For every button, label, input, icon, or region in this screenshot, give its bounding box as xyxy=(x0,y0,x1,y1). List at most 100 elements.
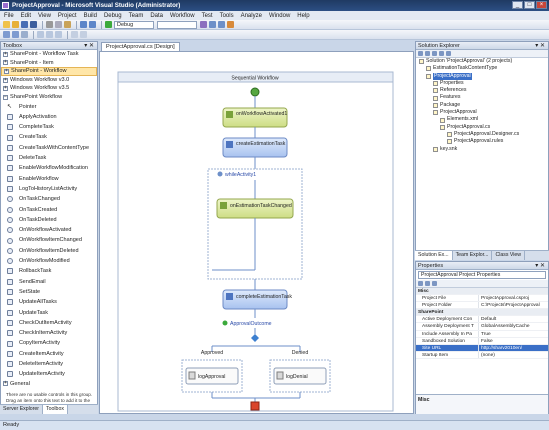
property-category[interactable]: SharePoint xyxy=(416,309,548,317)
expand-icon[interactable]: + xyxy=(4,68,9,74)
menu-team[interactable]: Team xyxy=(129,13,144,19)
menu-debug[interactable]: Debug xyxy=(104,13,122,19)
menu-help[interactable]: Help xyxy=(297,13,309,19)
tree-node[interactable]: Properties xyxy=(416,80,548,87)
menu-edit[interactable]: Edit xyxy=(21,13,31,19)
expand-icon[interactable]: + xyxy=(3,86,8,92)
toolbox-item[interactable]: ApplyActivation xyxy=(1,112,97,122)
close-button[interactable]: × xyxy=(536,1,547,9)
toolbox-item[interactable]: UpdateAllTasks xyxy=(1,297,97,307)
tree-node[interactable]: ProjectApproval.rules xyxy=(416,138,548,145)
toolbox-item[interactable]: ↖ Pointer xyxy=(1,102,97,112)
expand-icon[interactable]: + xyxy=(3,381,8,387)
property-category[interactable]: Misc xyxy=(416,288,548,296)
open-file-icon[interactable] xyxy=(12,21,19,28)
tab-class-view[interactable]: Class View xyxy=(492,251,526,260)
toolbox-item[interactable]: CreateTaskWithContentType xyxy=(1,143,97,153)
toolbox-group[interactable]: + SharePoint - Item xyxy=(1,59,97,68)
solution-explorer-icon[interactable] xyxy=(209,21,216,28)
toolbox-item[interactable]: RollbackTask xyxy=(1,266,97,276)
save-icon[interactable] xyxy=(21,21,28,28)
expand-icon[interactable]: + xyxy=(3,77,8,83)
toolbox-item[interactable]: CheckInItemActivity xyxy=(1,328,97,338)
undo-icon[interactable] xyxy=(80,21,87,28)
copy-icon[interactable] xyxy=(55,21,62,28)
menu-tools[interactable]: Tools xyxy=(220,13,234,19)
minimize-button[interactable]: _ xyxy=(512,1,523,9)
platform-select[interactable] xyxy=(157,20,197,29)
tab-toolbox[interactable]: Toolbox xyxy=(43,405,68,414)
toolbox-item[interactable]: DeleteItemActivity xyxy=(1,359,97,369)
tree-node[interactable]: ProjectApproval xyxy=(416,72,548,80)
property-row[interactable]: Active Deployment Con Default xyxy=(416,316,548,324)
menu-build[interactable]: Build xyxy=(84,13,97,19)
configuration-select[interactable]: Debug xyxy=(114,20,154,29)
toolbox-item[interactable]: UpdateItemActivity xyxy=(1,369,97,379)
toolbox-group[interactable]: + Windows Workflow v3.5 xyxy=(1,84,97,93)
toolbox-item[interactable]: DeleteTask xyxy=(1,153,97,163)
toolbox-item[interactable]: OnTaskChanged xyxy=(1,194,97,204)
maximize-button[interactable]: □ xyxy=(524,1,535,9)
toolbox-group[interactable]: + SharePoint - Workflow xyxy=(1,67,97,76)
paste-icon[interactable] xyxy=(64,21,71,28)
menu-window[interactable]: Window xyxy=(269,13,290,19)
zoom-out-icon[interactable] xyxy=(12,31,19,38)
property-row[interactable]: Project File ProjectApproval.csproj xyxy=(416,295,548,303)
expand-icon[interactable]: + xyxy=(3,60,8,66)
property-row[interactable]: Project Folder C:\Projects\ProjectApprova… xyxy=(416,302,548,310)
show-all-files-icon[interactable] xyxy=(425,51,430,56)
toolbox-group[interactable]: − SharePoint Workflow xyxy=(1,93,97,102)
menu-analyze[interactable]: Analyze xyxy=(241,13,262,19)
tree-node[interactable]: key.snk xyxy=(416,146,548,153)
property-row[interactable]: Site URL http://sharv2010en/ xyxy=(416,344,548,352)
save-all-icon[interactable] xyxy=(30,21,37,28)
tab-team-explorer[interactable]: Team Explor... xyxy=(453,251,493,260)
find-icon[interactable] xyxy=(200,21,207,28)
pin-icon[interactable]: ▾ ✕ xyxy=(535,42,545,50)
view-designer-icon[interactable] xyxy=(446,51,451,56)
tree-node[interactable]: EstimationTaskContentType xyxy=(416,65,548,72)
toolbox-item[interactable]: UpdateTask xyxy=(1,308,97,318)
toolbox-item[interactable]: CompleteTask xyxy=(1,122,97,132)
tab-server-explorer[interactable]: Server Explorer xyxy=(0,405,44,414)
tree-node[interactable]: Package xyxy=(416,102,548,109)
pin-icon[interactable]: ▾ ✕ xyxy=(84,42,94,50)
property-row[interactable]: Assembly Deployment T GlobalAssemblyCache xyxy=(416,323,548,331)
tree-node[interactable]: ProjectApproval xyxy=(416,109,548,116)
refresh-icon[interactable] xyxy=(432,51,437,56)
tab-project-approval-design[interactable]: ProjectApproval.cs [Design] xyxy=(101,42,180,51)
toolbox-item[interactable]: OnWorkflowActivated xyxy=(1,225,97,235)
redo-icon[interactable] xyxy=(89,21,96,28)
expand-icon[interactable]: − xyxy=(3,94,8,100)
toolbox-group[interactable]: + SharePoint - Workflow Task xyxy=(1,50,97,59)
pan-icon[interactable] xyxy=(21,31,28,38)
tree-node[interactable]: ProjectApproval.Designer.cs xyxy=(416,131,548,138)
property-row[interactable]: Sandboxed Solution False xyxy=(416,337,548,345)
tree-node[interactable]: Solution 'ProjectApproval' (2 projects) xyxy=(416,58,548,65)
toolbox-item[interactable]: LogToHistoryListActivity xyxy=(1,184,97,194)
toolbox-item[interactable]: CreateTask xyxy=(1,132,97,142)
cut-icon[interactable] xyxy=(46,21,53,28)
toolbox-item[interactable]: SetState xyxy=(1,287,97,297)
toolbox-item[interactable]: SendEmail xyxy=(1,277,97,287)
expand-icon[interactable]: + xyxy=(3,51,8,57)
alphabetical-icon[interactable] xyxy=(425,281,430,286)
menu-test[interactable]: Test xyxy=(202,13,213,19)
align-center-icon[interactable] xyxy=(46,31,53,38)
tree-node[interactable]: ProjectApproval.cs xyxy=(416,124,548,131)
properties-icon[interactable] xyxy=(418,51,423,56)
menu-view[interactable]: View xyxy=(38,13,51,19)
start-debugging-icon[interactable] xyxy=(105,21,112,28)
categorized-icon[interactable] xyxy=(418,281,423,286)
property-pages-icon[interactable] xyxy=(432,281,437,286)
zoom-in-icon[interactable] xyxy=(3,31,10,38)
toolbox-item[interactable]: OnWorkflowModified xyxy=(1,256,97,266)
property-row[interactable]: Startup Item (none) xyxy=(416,351,548,359)
toolbox-item[interactable]: EnableWorkflow xyxy=(1,174,97,184)
toolbox-item[interactable]: CopyItemActivity xyxy=(1,338,97,348)
tree-node[interactable]: References xyxy=(416,87,548,94)
toolbox-item[interactable]: CheckOutItemActivity xyxy=(1,318,97,328)
toolbox-item[interactable]: OnWorkflowItemChanged xyxy=(1,235,97,245)
toolbox-group[interactable]: + Windows Workflow v3.0 xyxy=(1,76,97,85)
tab-solution-explorer[interactable]: Solution Ex... xyxy=(415,251,453,260)
